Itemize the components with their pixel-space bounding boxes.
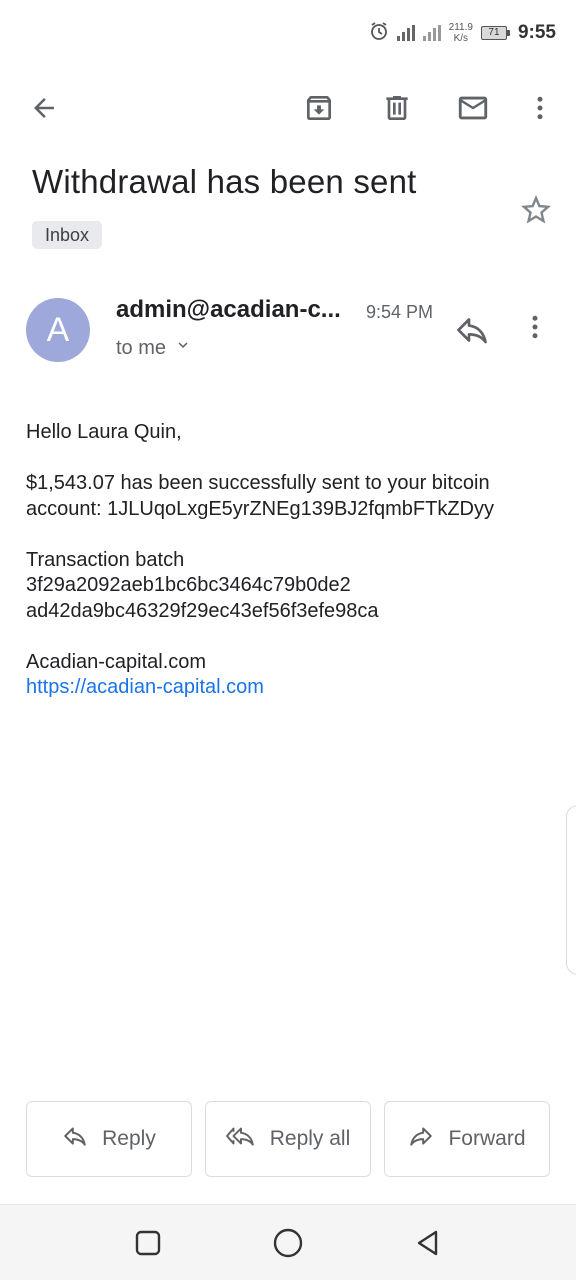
- forward-label: Forward: [448, 1127, 526, 1150]
- signal-strength-2-icon: [422, 25, 441, 41]
- signature: Acadian-capital.com https://acadian-capi…: [26, 650, 556, 701]
- sender-avatar[interactable]: A: [26, 298, 90, 362]
- delete-icon[interactable]: [377, 88, 417, 128]
- back-nav-icon[interactable]: [410, 1225, 446, 1261]
- recipient-details-toggle[interactable]: to me: [116, 336, 192, 360]
- reply-label: Reply: [102, 1127, 156, 1150]
- reply-button[interactable]: Reply: [26, 1101, 192, 1177]
- signature-name: Acadian-capital.com: [26, 650, 207, 673]
- reply-icon[interactable]: [454, 312, 494, 352]
- action-buttons: Reply Reply all Forward: [26, 1101, 550, 1177]
- battery-level: 71: [480, 26, 507, 40]
- battery-icon: 71: [480, 26, 510, 40]
- status-bar: 211.9 K/s 71 9:55: [0, 0, 576, 64]
- status-time: 9:55: [517, 22, 556, 43]
- batch-hash-1: 3f29a2092aeb1bc6bc3464c79b0de2: [26, 574, 351, 596]
- recipient-label: to me: [116, 336, 167, 359]
- mark-unread-icon[interactable]: [453, 88, 493, 128]
- forward-button[interactable]: Forward: [384, 1101, 550, 1177]
- reply-all-button[interactable]: Reply all: [205, 1101, 371, 1177]
- inbox-label-chip[interactable]: Inbox: [32, 221, 103, 249]
- sender-name[interactable]: admin@acadian-c...: [116, 296, 341, 324]
- star-icon[interactable]: [518, 192, 558, 232]
- system-nav-bar: [0, 1204, 576, 1280]
- toolbar: [0, 80, 576, 136]
- sent-line-2: account: 1JLUqoLxgE5yrZNEg139BJ2fqmbFTkZ…: [26, 497, 494, 520]
- network-speed: 211.9 K/s: [449, 22, 473, 44]
- email-body: Hello Laura Quin, $1,543.07 has been suc…: [26, 420, 556, 726]
- home-icon[interactable]: [270, 1225, 306, 1261]
- status-icons: 211.9 K/s 71 9:55: [369, 18, 556, 48]
- more-vert-icon[interactable]: [520, 88, 560, 128]
- batch-label: Transaction batch: [26, 548, 185, 571]
- signal-strength-icon: [396, 25, 415, 41]
- alarm-icon: [369, 21, 389, 46]
- archive-icon[interactable]: [299, 88, 339, 128]
- reply-all-icon: [225, 1123, 256, 1155]
- network-speed-value: 211.9: [448, 22, 473, 33]
- forward-icon: [408, 1123, 434, 1155]
- avatar-initial: A: [46, 310, 70, 349]
- edge-panel-handle[interactable]: [566, 805, 576, 975]
- reply-all-label: Reply all: [269, 1127, 351, 1150]
- batch-paragraph: Transaction batch 3f29a2092aeb1bc6bc3464…: [26, 548, 556, 625]
- sent-paragraph: $1,543.07 has been successfully sent to …: [26, 471, 556, 522]
- network-speed-unit: K/s: [453, 33, 469, 44]
- sent-line-1: $1,543.07 has been successfully sent to …: [26, 472, 490, 494]
- reply-icon: [62, 1123, 88, 1155]
- email-subject: Withdrawal has been sent: [32, 163, 417, 200]
- signature-link[interactable]: https://acadian-capital.com: [26, 675, 556, 701]
- batch-hash-2: ad42da9bc46329f29ec43ef56f3efe98ca: [26, 599, 379, 622]
- chevron-down-icon: [174, 336, 192, 360]
- greeting: Hello Laura Quin,: [26, 421, 182, 443]
- back-arrow-icon[interactable]: [24, 88, 64, 128]
- message-more-icon[interactable]: [520, 312, 560, 352]
- email-time: 9:54 PM: [366, 302, 434, 322]
- recents-icon[interactable]: [130, 1225, 166, 1261]
